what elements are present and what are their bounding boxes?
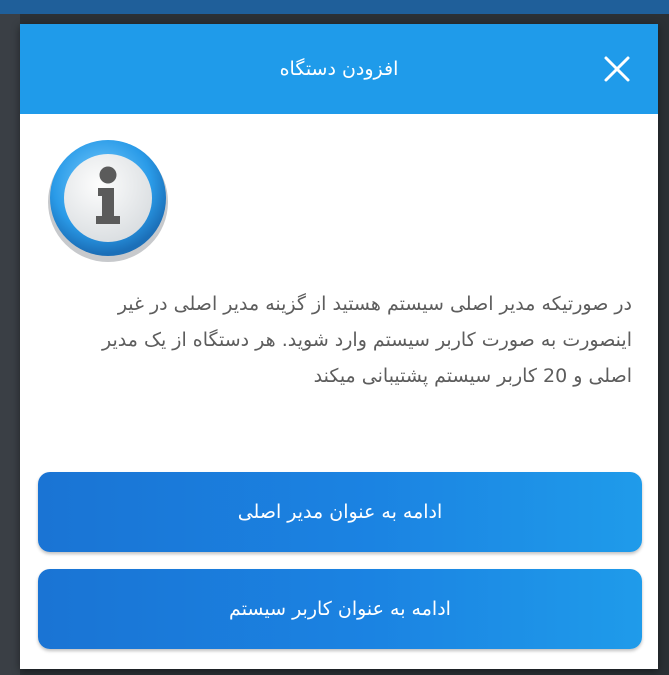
close-icon: [604, 56, 630, 82]
close-button[interactable]: [597, 49, 637, 89]
dialog-message: در صورتیکه مدیر اصلی سیستم هستید از گزین…: [102, 293, 632, 387]
continue-as-system-user-button[interactable]: ادامه به عنوان کاربر سیستم: [38, 569, 642, 649]
dialog-title: افزودن دستگاه: [279, 58, 399, 80]
app-edge: [0, 14, 20, 675]
app-top-bar: [0, 0, 669, 14]
continue-as-primary-admin-button[interactable]: ادامه به عنوان مدیر اصلی: [38, 472, 642, 552]
dialog-header: افزودن دستگاه: [20, 24, 658, 114]
add-device-dialog: افزودن دستگاه در صورتیکه مدیر اصلی سیستم…: [20, 24, 658, 669]
info-icon: [44, 136, 172, 264]
